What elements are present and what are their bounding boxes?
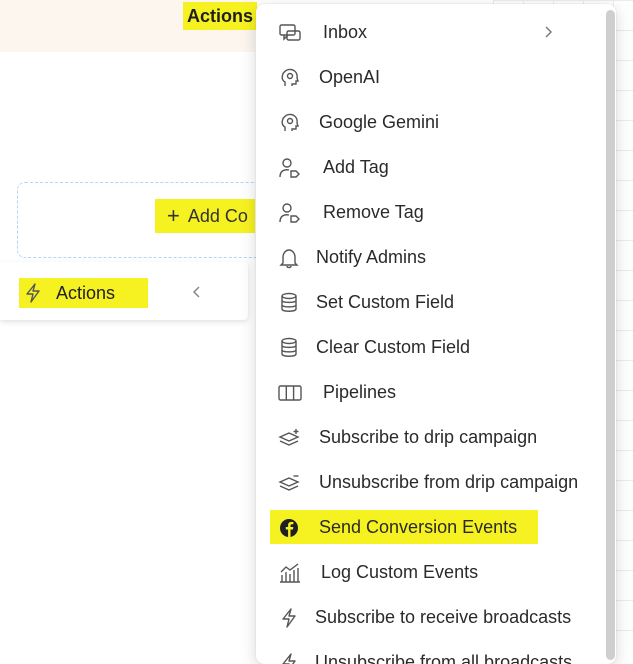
menu-item-remove-tag[interactable]: Remove Tag	[256, 192, 601, 232]
menu-item-set-custom-field[interactable]: Set Custom Field	[256, 282, 601, 322]
actions-panel-label-chip[interactable]: Actions	[19, 278, 148, 308]
ai-head-icon	[278, 112, 302, 134]
menu-item-label: Unsubscribe from all broadcasts	[315, 652, 572, 664]
menu-item-log-custom-events[interactable]: Log Custom Events	[256, 552, 601, 592]
menu-item-notify-admins[interactable]: Notify Admins	[256, 237, 601, 277]
actions-dropdown-menu: Inbox OpenAI Google Gemini Add Tag	[256, 4, 616, 664]
layers-plus-icon	[278, 427, 302, 449]
chevron-left-icon[interactable]	[190, 282, 204, 302]
database-icon	[278, 337, 302, 359]
menu-item-pipelines[interactable]: Pipelines	[256, 372, 601, 412]
menu-item-label: OpenAI	[319, 67, 380, 88]
lightning-icon	[278, 652, 302, 664]
inbox-chat-icon	[278, 22, 302, 44]
menu-item-clear-custom-field[interactable]: Clear Custom Field	[256, 327, 601, 367]
menu-item-openai[interactable]: OpenAI	[256, 57, 601, 97]
menu-item-label: Send Conversion Events	[319, 517, 517, 538]
menu-item-label: Unsubscribe from drip campaign	[319, 472, 578, 493]
menu-item-label: Google Gemini	[319, 112, 439, 133]
database-icon	[278, 292, 302, 314]
menu-item-label: Subscribe to receive broadcasts	[315, 607, 571, 628]
menu-item-label: Add Tag	[323, 157, 389, 178]
menu-item-subscribe-broadcasts[interactable]: Subscribe to receive broadcasts	[256, 597, 601, 637]
lightning-icon	[278, 607, 302, 629]
user-tag-icon	[278, 202, 302, 224]
add-button-label: Add Co	[188, 206, 248, 227]
menu-item-label: Pipelines	[323, 382, 396, 403]
ai-head-icon	[278, 67, 302, 89]
actions-panel-label: Actions	[56, 283, 115, 304]
menu-item-label: Notify Admins	[316, 247, 426, 268]
menu-item-label: Clear Custom Field	[316, 337, 470, 358]
facebook-icon	[278, 517, 302, 539]
menu-item-unsubscribe-drip[interactable]: Unsubscribe from drip campaign	[256, 462, 601, 502]
menu-item-label: Log Custom Events	[321, 562, 478, 583]
layers-minus-icon	[278, 472, 302, 494]
add-condition-button[interactable]: + Add Co	[155, 199, 255, 233]
menu-scrollbar[interactable]	[606, 10, 615, 660]
lightning-icon	[24, 283, 42, 303]
chevron-right-icon	[542, 24, 554, 40]
menu-item-google-gemini[interactable]: Google Gemini	[256, 102, 601, 142]
menu-item-send-conversion-events[interactable]: Send Conversion Events	[256, 507, 601, 547]
menu-item-unsubscribe-broadcasts[interactable]: Unsubscribe from all broadcasts	[256, 642, 601, 664]
columns-icon	[278, 382, 302, 404]
menu-item-label: Set Custom Field	[316, 292, 454, 313]
menu-item-label: Inbox	[323, 22, 367, 43]
menu-item-label: Subscribe to drip campaign	[319, 427, 537, 448]
node-title: Actions	[183, 2, 257, 30]
menu-item-add-tag[interactable]: Add Tag	[256, 147, 601, 187]
menu-item-label: Remove Tag	[323, 202, 424, 223]
bell-icon	[278, 247, 302, 269]
chart-icon	[278, 562, 302, 584]
user-tag-icon	[278, 157, 302, 179]
plus-icon: +	[167, 205, 180, 227]
menu-item-inbox[interactable]: Inbox	[256, 12, 601, 52]
menu-item-subscribe-drip[interactable]: Subscribe to drip campaign	[256, 417, 601, 457]
